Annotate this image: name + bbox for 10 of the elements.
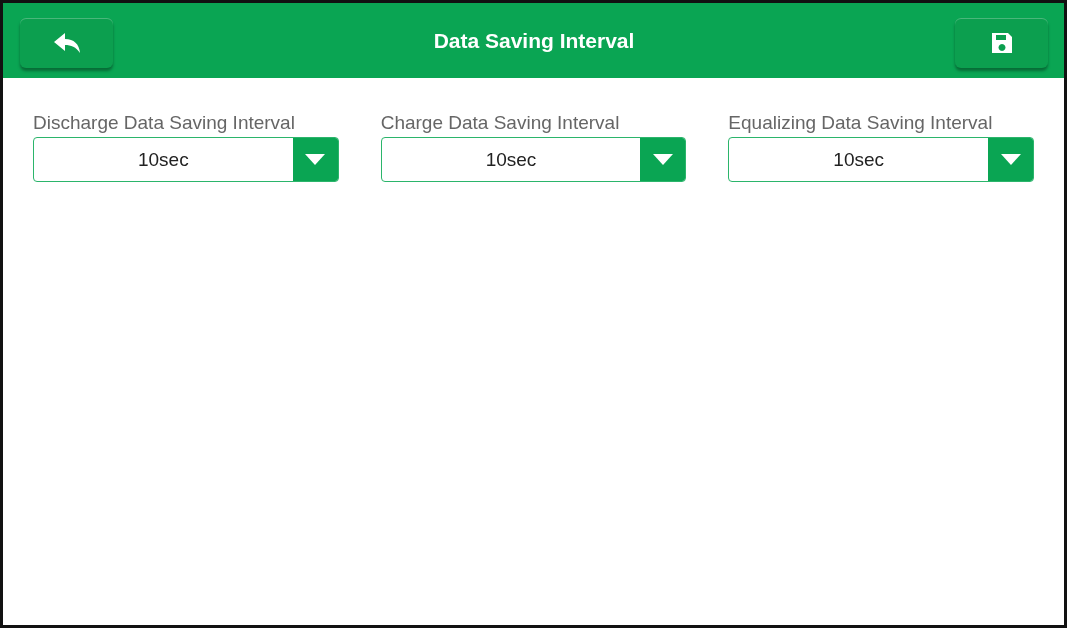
back-arrow-icon	[52, 31, 81, 54]
field-label: Discharge Data Saving Interval	[33, 112, 296, 134]
dropdown[interactable]: 10sec	[33, 137, 339, 182]
back-button[interactable]	[20, 17, 113, 68]
dropdown[interactable]: 10sec	[380, 137, 687, 182]
page-title: Data Saving Interval	[433, 28, 635, 53]
field-label: Charge Data Saving Interval	[380, 112, 621, 134]
field-label: Equalizing Data Saving Interval	[728, 112, 994, 134]
dropdown[interactable]: 10sec	[728, 137, 1034, 182]
save-button[interactable]	[955, 17, 1048, 68]
